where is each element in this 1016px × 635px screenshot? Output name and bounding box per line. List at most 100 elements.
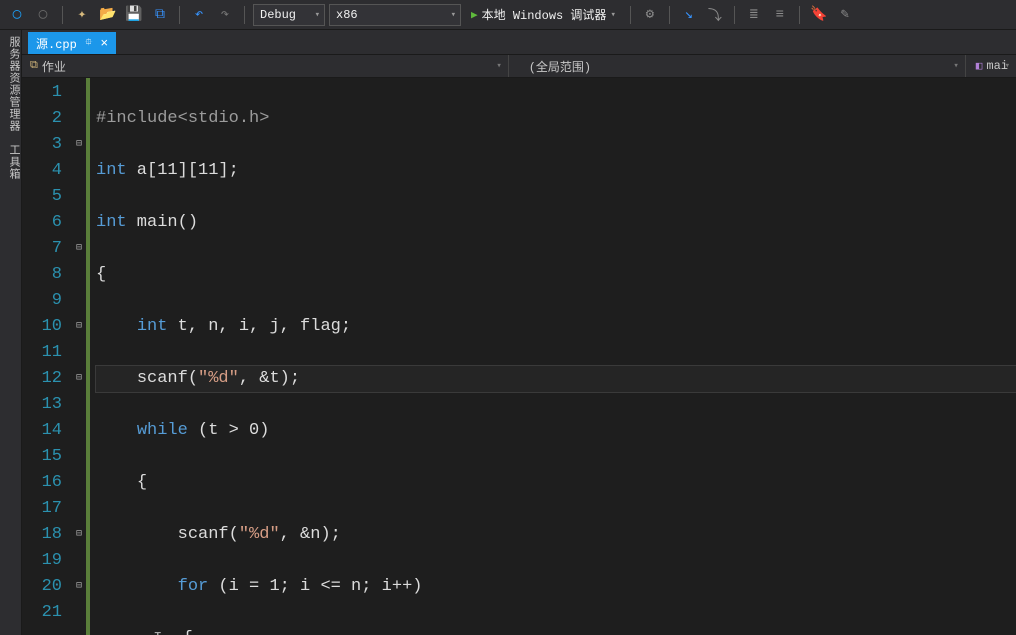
fold-toggle[interactable]: ⊟ (72, 574, 86, 600)
platform-dropdown[interactable]: x86 (329, 4, 461, 26)
line-number: 7 (22, 236, 62, 262)
fold-spacer (72, 392, 86, 418)
fold-toggle[interactable]: ⊟ (72, 314, 86, 340)
code-token: "%d" (198, 369, 239, 388)
fold-toggle[interactable]: ⊟ (72, 236, 86, 262)
toolbox-tab[interactable]: 工具箱 (0, 144, 21, 180)
code-token: scanf( (178, 525, 239, 544)
project-icon: ⧉ (30, 60, 38, 72)
left-sidebar: 服务器资源管理器 工具箱 (0, 30, 22, 635)
platform-label: x86 (336, 8, 358, 22)
undo-button[interactable]: ↶ (188, 4, 210, 26)
tool-button-1[interactable]: ⚙ (639, 4, 661, 26)
line-number: 16 (22, 470, 62, 496)
line-number: 20 (22, 574, 62, 600)
fold-spacer (72, 106, 86, 132)
dropdown-chevron-icon: ▾ (610, 10, 615, 20)
fold-spacer (72, 80, 86, 106)
line-number: 12 (22, 366, 62, 392)
fold-spacer (72, 262, 86, 288)
nav-forward-button[interactable]: ◯ (32, 4, 54, 26)
code-token: , &t); (239, 369, 300, 388)
step-over-button[interactable]: ⤵ (704, 4, 726, 26)
line-number: 10 (22, 314, 62, 340)
type-scope-label: (全局范围) (529, 58, 591, 75)
fold-spacer (72, 548, 86, 574)
line-number: 18 (22, 522, 62, 548)
line-number: 19 (22, 548, 62, 574)
new-item-button[interactable]: ✦ (71, 4, 93, 26)
active-file-tab[interactable]: 源.cpp ⯐ × (28, 32, 116, 54)
fold-spacer (72, 444, 86, 470)
line-number: 8 (22, 262, 62, 288)
code-token: a[11][11]; (127, 161, 239, 180)
code-token: scanf( (137, 369, 198, 388)
line-number: 21 (22, 600, 62, 626)
code-token: { (137, 473, 147, 492)
main-content-row: 服务器资源管理器 工具箱 源.cpp ⯐ × ⧉ 作业 (全局范围) ◧ mai (0, 30, 1016, 635)
configuration-dropdown[interactable]: Debug (253, 4, 325, 26)
code-token: #include (96, 109, 178, 128)
navigation-bar: ⧉ 作业 (全局范围) ◧ mai (22, 54, 1016, 78)
type-scope-dropdown[interactable]: (全局范围) (509, 55, 966, 77)
line-number: 5 (22, 184, 62, 210)
separator (669, 6, 670, 24)
fold-toggle[interactable]: ⊟ (72, 132, 86, 158)
fold-spacer (72, 288, 86, 314)
pin-icon[interactable]: ⯐ (85, 35, 93, 52)
code-token: main (127, 213, 178, 232)
separator (244, 6, 245, 24)
code-token: t, n, i, j, flag; (167, 317, 351, 336)
line-number: 11 (22, 340, 62, 366)
line-number: 4 (22, 158, 62, 184)
code-token: int (96, 213, 127, 232)
line-number: 14 (22, 418, 62, 444)
document-tab-row: 源.cpp ⯐ × (22, 30, 1016, 54)
code-editor[interactable]: 1 2 3 4 5 6 7 8 9 10 11 12 13 14 15 16 1… (22, 78, 1016, 635)
line-number: 9 (22, 288, 62, 314)
server-explorer-tab[interactable]: 服务器资源管理器 (0, 36, 21, 132)
member-scope-dropdown[interactable]: ◧ mai (966, 55, 1016, 77)
fold-spacer (72, 158, 86, 184)
code-token: for (178, 577, 209, 596)
line-number-gutter: 1 2 3 4 5 6 7 8 9 10 11 12 13 14 15 16 1… (22, 78, 72, 635)
open-button[interactable]: 📂 (97, 4, 119, 26)
code-token: while (137, 421, 188, 440)
save-all-button[interactable]: ⧉ (149, 4, 171, 26)
code-token: <stdio.h> (178, 109, 270, 128)
line-number: 6 (22, 210, 62, 236)
comment-button[interactable]: ✎ (834, 4, 856, 26)
code-token: (t > 0) (188, 421, 270, 440)
step-into-button[interactable]: ↘ (678, 4, 700, 26)
main-toolbar: ◯ ◯ ✦ 📂 💾 ⧉ ↶ ↷ Debug x86 ▶ 本地 Windows 调… (0, 0, 1016, 30)
fold-spacer (72, 340, 86, 366)
code-token: int (96, 161, 127, 180)
line-number: 1 (22, 80, 62, 106)
outdent-button[interactable]: ≡ (769, 4, 791, 26)
indent-button[interactable]: ≣ (743, 4, 765, 26)
tab-filename: 源.cpp (36, 35, 77, 52)
close-tab-icon[interactable]: × (100, 36, 108, 51)
line-number: 15 (22, 444, 62, 470)
redo-button[interactable]: ↷ (214, 4, 236, 26)
fold-toggle[interactable]: ⊟ (72, 366, 86, 392)
save-button[interactable]: 💾 (123, 4, 145, 26)
project-scope-dropdown[interactable]: ⧉ 作业 (22, 55, 509, 77)
fold-spacer (72, 418, 86, 444)
bookmark-button[interactable]: 🔖 (808, 4, 830, 26)
fold-spacer (72, 600, 86, 626)
fold-toggle[interactable]: ⊟ (72, 522, 86, 548)
fold-column: ⊟ ⊟ ⊟ ⊟ ⊟ ⊟ (72, 78, 86, 635)
separator (630, 6, 631, 24)
method-icon: ◧ (976, 59, 983, 73)
run-label: 本地 Windows 调试器 (482, 6, 607, 23)
fold-spacer (72, 496, 86, 522)
editor-column: 源.cpp ⯐ × ⧉ 作业 (全局范围) ◧ mai 1 2 3 (22, 30, 1016, 635)
start-debugging-button[interactable]: ▶ 本地 Windows 调试器 ▾ (465, 4, 622, 26)
code-text-area[interactable]: #include<stdio.h> int a[11][11]; int mai… (90, 78, 1016, 635)
code-token: { (183, 629, 193, 635)
member-scope-label: mai (986, 59, 1008, 73)
code-token: (i = 1; i <= n; i++) (208, 577, 422, 596)
line-number: 2 (22, 106, 62, 132)
nav-back-button[interactable]: ◯ (6, 4, 28, 26)
